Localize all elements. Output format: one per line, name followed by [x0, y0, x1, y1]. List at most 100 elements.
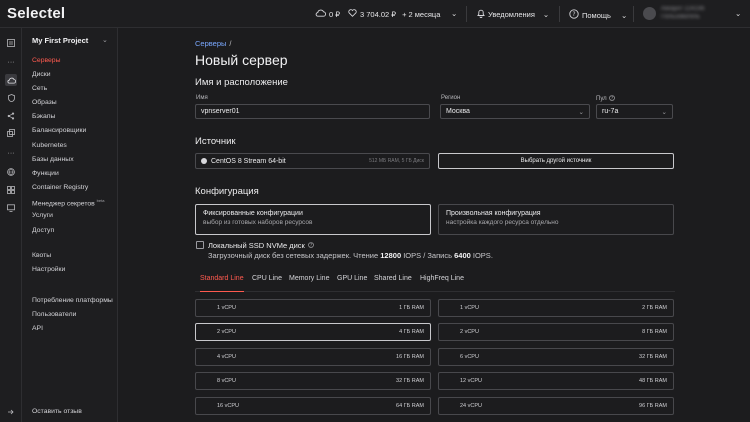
ssd-desc-suffix: IOPS. — [472, 251, 493, 260]
sidebar-item-services[interactable]: Услуги — [32, 212, 53, 219]
ram-value: 4 ГБ RAM — [399, 329, 424, 335]
globe-icon[interactable] — [5, 166, 17, 178]
sidebar-item-functions[interactable]: Функции — [32, 170, 59, 177]
main-content: Серверы / Новый сервер Имя и расположение… — [118, 28, 750, 422]
page-title: Новый сервер — [195, 52, 288, 68]
vcpu-value: 6 vCPU — [460, 354, 479, 360]
tab-memory-line[interactable]: Memory Line — [289, 275, 329, 292]
local-ssd-checkbox[interactable] — [196, 241, 204, 249]
sidebar-item-databases[interactable]: Базы данных — [32, 156, 74, 163]
info-icon[interactable]: ? — [608, 95, 615, 103]
monitor-icon[interactable] — [5, 202, 17, 214]
breadcrumb-servers-link[interactable]: Серверы — [195, 39, 226, 48]
sidebar-item-servers[interactable]: Серверы — [32, 57, 60, 64]
help-button[interactable]: ? Помощь ⌄ — [569, 9, 627, 21]
avatar[interactable] — [643, 7, 656, 20]
tab-highfreq-line[interactable]: HighFreq Line — [420, 275, 464, 292]
config-option-right-5[interactable]: 24 vCPU 96 ГБ RAM — [438, 397, 674, 415]
config-option-right-1[interactable]: 1 vCPU 2 ГБ RAM — [438, 299, 674, 317]
ssd-desc-prefix: Загрузочный диск без сетевых задержек. Ч… — [208, 251, 379, 260]
sidebar-item-container-registry[interactable]: Container Registry — [32, 184, 88, 191]
custom-config-title: Произвольная конфигурация — [446, 210, 541, 217]
svg-text:?: ? — [310, 243, 312, 248]
more-icon[interactable]: ··· — [5, 56, 17, 68]
sidebar-item-network[interactable]: Сеть — [32, 85, 47, 92]
sidebar-item-images[interactable]: Образы — [32, 99, 57, 106]
more-icon[interactable]: ··· — [5, 147, 17, 159]
vcpu-value: 1 vCPU — [460, 305, 479, 311]
sidebar-item-users[interactable]: Пользователи — [32, 311, 76, 318]
config-option-left-4[interactable]: 8 vCPU 32 ГБ RAM — [195, 372, 431, 390]
tab-gpu-line[interactable]: GPU Line — [337, 275, 367, 292]
heart-icon — [348, 9, 357, 19]
sidebar-item-kubernetes[interactable]: Kubernetes — [32, 142, 67, 149]
shield-icon[interactable] — [5, 92, 17, 104]
vcpu-value: 4 vCPU — [217, 354, 236, 360]
sidebar-item-settings[interactable]: Настройки — [32, 266, 65, 273]
top-bar: Selectel 0 ₽ 3 704.02 ₽ + 2 месяца ⌄ Уве… — [0, 0, 750, 28]
chevron-down-icon[interactable]: ⌄ — [735, 9, 741, 18]
section-source: Источник — [195, 136, 236, 147]
sidebar-item-quotas[interactable]: Квоты — [32, 252, 51, 259]
region-select[interactable]: Москва ⌄ — [440, 104, 590, 119]
account-sub: Пользователь — [661, 14, 700, 20]
bell-icon — [477, 9, 485, 20]
help-icon: ? — [569, 9, 579, 21]
local-ssd-description: Загрузочный диск без сетевых задержек. Ч… — [208, 251, 493, 260]
config-option-right-4[interactable]: 12 vCPU 48 ГБ RAM — [438, 372, 674, 390]
tab-shared-line[interactable]: Shared Line — [374, 275, 412, 292]
vcpu-value: 24 vCPU — [460, 403, 483, 409]
config-option-left-1[interactable]: 1 vCPU 1 ГБ RAM — [195, 299, 431, 317]
notifications-button[interactable]: Уведомления ⌄ — [477, 9, 549, 20]
config-option-left-2[interactable]: 2 vCPU 4 ГБ RAM — [195, 323, 431, 341]
server-icon[interactable] — [5, 184, 17, 196]
period-value: + 2 месяца — [402, 9, 441, 19]
selectel-logo[interactable]: Selectel — [7, 5, 65, 22]
bonus-widget[interactable]: 3 704.02 ₽ + 2 месяца — [348, 9, 440, 19]
info-icon[interactable]: ? — [308, 241, 314, 250]
project-selector[interactable]: My First Project — [32, 36, 88, 45]
sidebar-item-backups[interactable]: Бэкапы — [32, 113, 55, 120]
beta-badge: beta — [96, 198, 105, 203]
sidebar-item-balancers[interactable]: Балансировщики — [32, 127, 86, 134]
fixed-config-card[interactable]: Фиксированные конфигурации выбор из гото… — [195, 204, 431, 235]
ssd-desc-mid: IOPS / Запись — [403, 251, 453, 260]
divider — [633, 6, 634, 22]
cloud-icon[interactable] — [5, 74, 17, 86]
source-field[interactable]: CentOS 8 Stream 64-bit 512 МБ RAM, 5 ГБ … — [195, 153, 430, 169]
breadcrumb-separator: / — [229, 39, 232, 48]
config-option-right-3[interactable]: 6 vCPU 32 ГБ RAM — [438, 348, 674, 366]
balance-value: 0 ₽ — [329, 9, 341, 19]
logout-icon[interactable] — [5, 406, 17, 418]
sidebar-item-platform-usage[interactable]: Потребление платформы — [32, 297, 113, 304]
config-option-left-5[interactable]: 16 vCPU 64 ГБ RAM — [195, 397, 431, 415]
source-meta: 512 МБ RAM, 5 ГБ Диск — [369, 158, 424, 164]
custom-config-card[interactable]: Произвольная конфигурация настройка кажд… — [438, 204, 674, 235]
sidebar-item-access[interactable]: Доступ — [32, 227, 54, 234]
os-icon — [201, 158, 207, 164]
tab-cpu-line[interactable]: CPU Line — [252, 275, 282, 292]
fixed-config-subtitle: выбор из готовых наборов ресурсов — [203, 219, 313, 226]
sidebar-item-secrets-manager[interactable]: Менеджер секретов beta — [32, 198, 104, 207]
config-option-left-3[interactable]: 4 vCPU 16 ГБ RAM — [195, 348, 431, 366]
layers-icon[interactable] — [5, 127, 17, 139]
menu-icon[interactable] — [5, 37, 17, 49]
chevron-down-icon[interactable]: ⌄ — [451, 9, 457, 18]
config-option-right-2[interactable]: 2 vCPU 8 ГБ RAM — [438, 323, 674, 341]
tab-standard-line[interactable]: Standard Line — [200, 275, 244, 292]
choose-other-source-button[interactable]: Выбрать другой источник — [438, 153, 674, 169]
name-label: Имя — [196, 95, 208, 101]
server-name-input[interactable]: vpnserver01 — [195, 104, 430, 119]
svg-text:?: ? — [572, 11, 575, 18]
feedback-link[interactable]: Оставить отзыв — [32, 408, 82, 415]
pool-select[interactable]: ru-7a ⌄ — [596, 104, 673, 119]
balance-widget[interactable]: 0 ₽ — [315, 9, 340, 19]
account-name[interactable]: Аккаунт 224196 — [661, 6, 704, 12]
share-icon[interactable] — [5, 110, 17, 122]
vcpu-value: 1 vCPU — [217, 305, 236, 311]
sidebar-item-disks[interactable]: Диски — [32, 71, 51, 78]
vcpu-value: 2 vCPU — [217, 329, 236, 335]
vcpu-value: 8 vCPU — [217, 378, 236, 384]
sidebar-item-api[interactable]: API — [32, 325, 43, 332]
chevron-down-icon[interactable]: ⌄ — [102, 36, 108, 44]
